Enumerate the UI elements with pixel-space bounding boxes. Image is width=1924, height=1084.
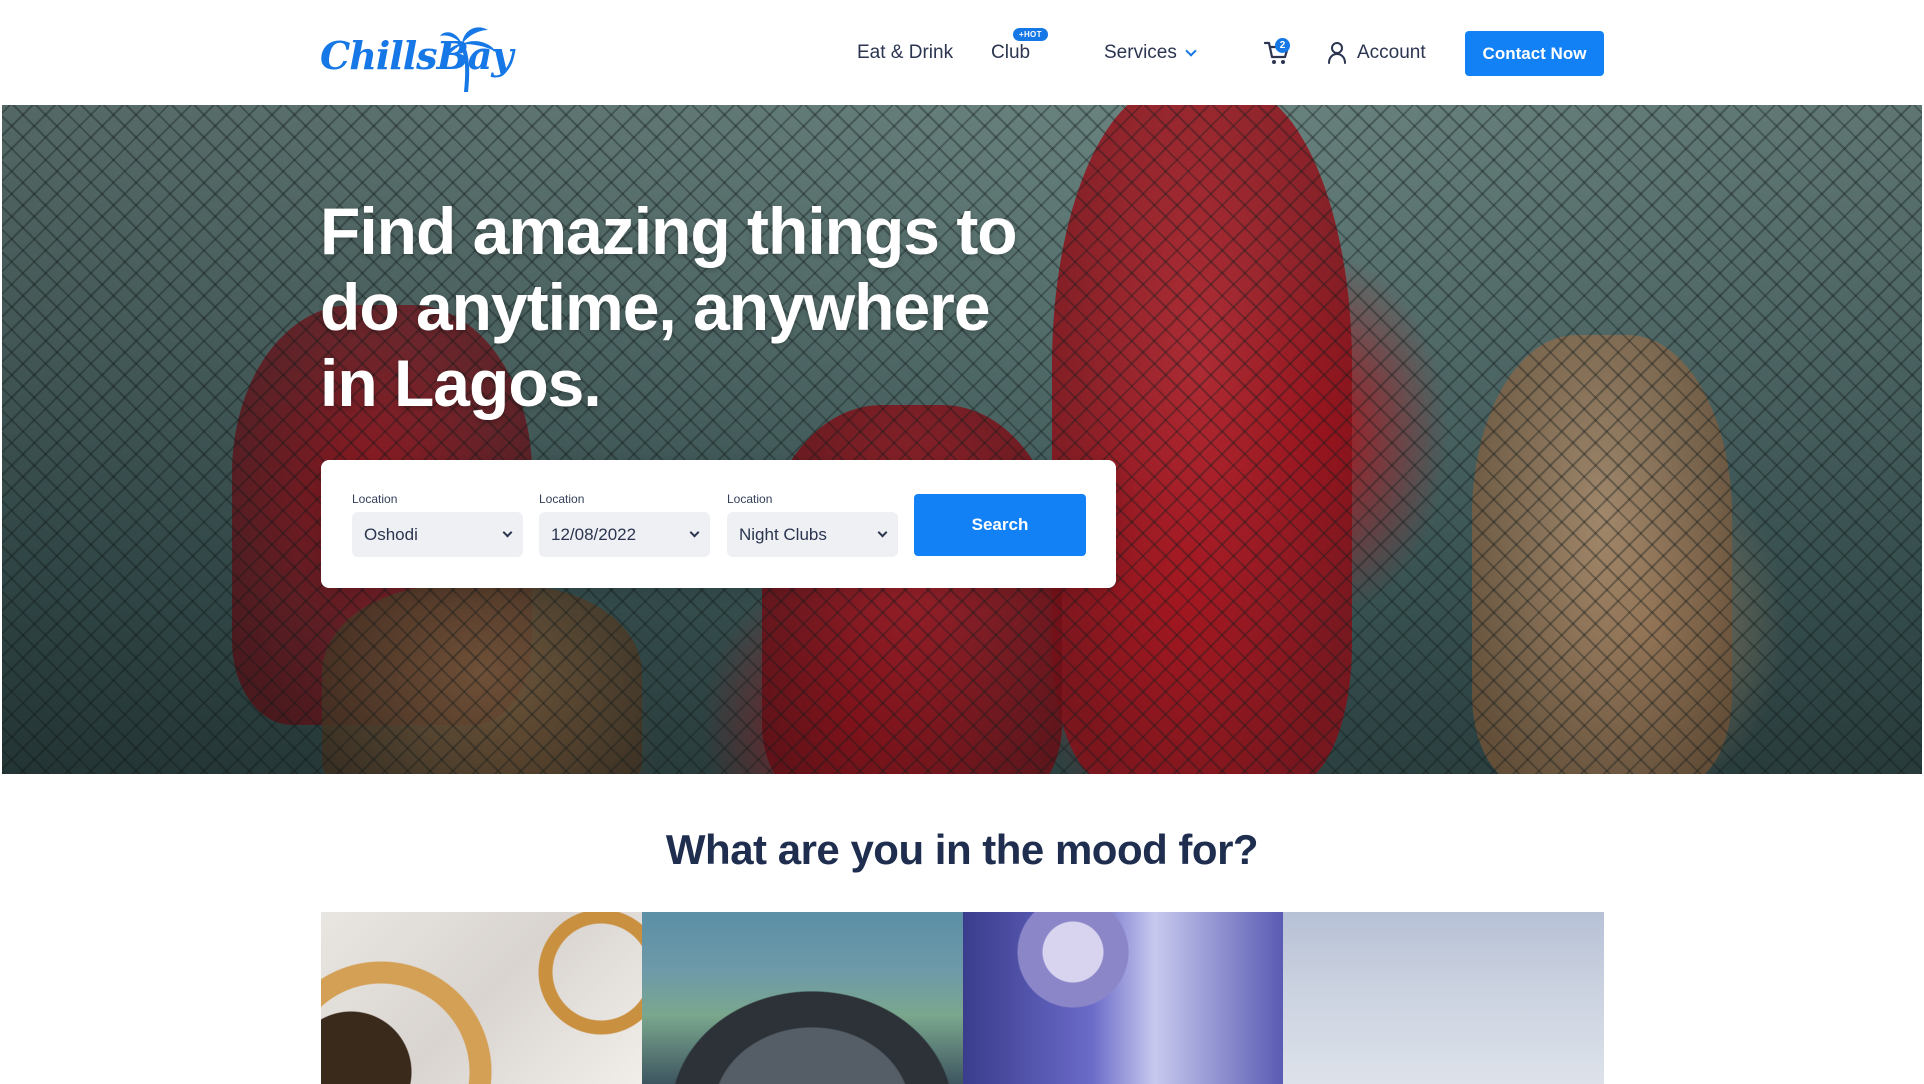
category-label: Location [727,492,773,506]
nav-club[interactable]: Club [991,42,1030,64]
category-field: Location Night Clubs [727,492,898,557]
chevron-down-icon [689,527,700,538]
category-select[interactable]: Night Clubs [727,512,898,557]
hero-banner: Find amazing things to do anytime, anywh… [2,105,1922,774]
hot-badge: +HOT [1013,28,1048,41]
account-label: Account [1357,42,1426,63]
user-icon [1328,42,1346,64]
date-select[interactable]: 12/08/2022 [539,512,710,557]
account-link[interactable]: Account [1327,42,1426,64]
date-field: Location 12/08/2022 [539,492,710,557]
search-button[interactable]: Search [914,494,1086,556]
location-label: Location [352,492,398,506]
mood-section-title: What are you in the mood for? [665,826,1259,873]
contact-now-button[interactable]: Contact Now [1465,31,1604,76]
microphone-image[interactable] [641,912,963,1084]
mood-tiles [321,912,1604,1084]
nav-services[interactable]: Services [1104,42,1197,64]
location-select[interactable]: Oshodi [352,512,523,557]
food-plates-image[interactable] [321,912,642,1084]
search-card: Location Oshodi Location 12/08/2022 Loca… [321,460,1116,588]
sky-image[interactable] [1283,912,1604,1084]
location-value: Oshodi [364,524,418,544]
palm-tree-icon [440,27,496,92]
hero-title: Find amazing things to do anytime, anywh… [320,194,1018,420]
category-value: Night Clubs [739,524,827,544]
date-value: 12/08/2022 [551,524,637,544]
chevron-down-icon [877,527,888,538]
disco-ball-image[interactable] [962,912,1284,1084]
cart-count-badge: 2 [1275,38,1290,53]
site-header: ChillsBay Eat & Drink Club +HOT Services… [0,0,1924,105]
location-field: Location Oshodi [352,492,523,557]
nav-services-label: Services [1104,42,1177,63]
logo[interactable]: ChillsBay [320,22,513,92]
nav-eat-drink[interactable]: Eat & Drink [857,42,953,64]
chevron-down-icon [502,527,513,538]
chevron-down-icon [1185,44,1197,57]
date-label: Location [539,492,585,506]
